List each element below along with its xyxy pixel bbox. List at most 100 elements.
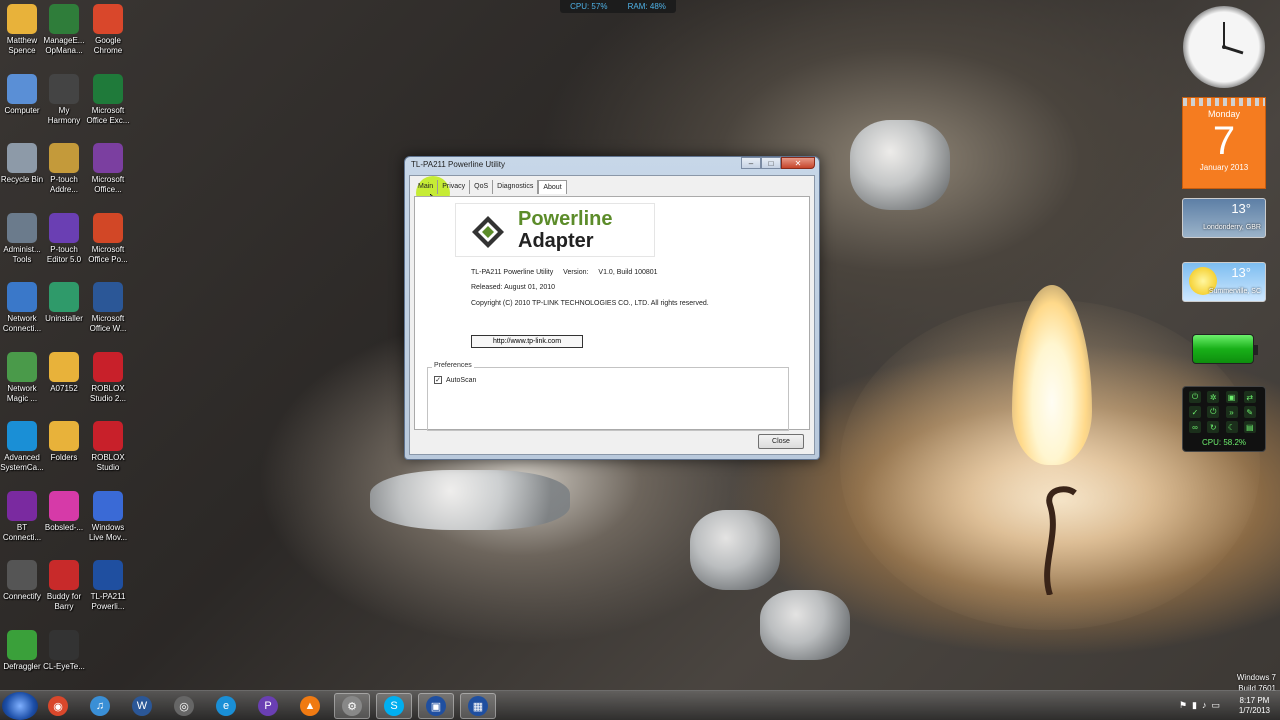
desktop-icon[interactable]: Microsoft Office... (86, 143, 130, 195)
power-icon[interactable]: ⏻ (1189, 391, 1201, 403)
arrow-icon[interactable]: » (1225, 406, 1238, 418)
weather-location: Londonderry, GBR (1203, 224, 1261, 231)
battery-gadget (1192, 334, 1258, 364)
word-icon[interactable]: W (124, 693, 160, 719)
desktop-icon[interactable]: ManageE... OpMana... (42, 4, 86, 56)
crystal-ornament (370, 470, 570, 530)
weather-gadget[interactable]: 13° Londonderry, GBR (1182, 198, 1266, 238)
close-button[interactable]: Close (758, 434, 804, 449)
desktop-icon[interactable]: Defraggler (0, 629, 44, 672)
desktop-icon[interactable]: Advanced SystemCa... (0, 421, 44, 473)
desktop-icon[interactable]: Folders (42, 421, 86, 463)
autoscan-label: AutoScan (446, 376, 477, 384)
tray-date: 1/7/2013 (1238, 706, 1270, 715)
settings-icon-glyph: ⚙ (342, 696, 362, 716)
link-icon[interactable]: ∞ (1189, 421, 1201, 433)
system-control-gadget[interactable]: ⏻ ✲ ▣ ⇄ ✓ ⏻ » ✎ ∞ ↻ ☾ ▤ CPU: 58.2% (1182, 386, 1266, 452)
minimize-button[interactable]: – (741, 157, 761, 169)
calendar-gadget[interactable]: Monday 7 January 2013 (1182, 97, 1266, 189)
desktop-icon[interactable]: Network Magic ... (0, 351, 44, 404)
tplink-app-icon-glyph: ▣ (426, 696, 446, 716)
desktop-icon[interactable]: Computer (0, 73, 44, 116)
tab-privacy[interactable]: Privacy (438, 180, 471, 194)
check-icon[interactable]: ✓ (1189, 406, 1201, 418)
volume-icon[interactable]: ♪ (1202, 700, 1207, 711)
desktop-icon[interactable]: Network Connecti... (0, 282, 44, 334)
weather-gadget[interactable]: 13° Summerville, SC (1182, 262, 1266, 302)
tab-about[interactable]: About (538, 180, 567, 194)
desktop-icon[interactable]: Microsoft Office W... (86, 282, 130, 334)
desktop-icon[interactable]: Buddy for Barry (42, 560, 86, 612)
desktop-icon[interactable]: Administ... Tools (0, 212, 44, 265)
desktop-icon-label: Defraggler (3, 661, 41, 671)
shutdown-icon[interactable]: ⏻ (1207, 406, 1220, 418)
clock-gadget[interactable] (1183, 6, 1265, 88)
settings-icon[interactable]: ✲ (1207, 391, 1220, 403)
desktop-icon[interactable]: Google Chrome (86, 4, 130, 56)
folder-icon (7, 4, 37, 34)
desktop-icon[interactable]: ROBLOX Studio (86, 421, 130, 473)
logo-line2: Adapter (518, 230, 594, 252)
restart-icon[interactable]: ↻ (1207, 421, 1220, 433)
desktop-icon-label: Computer (4, 105, 40, 115)
tplink-app-icon-2[interactable]: ▦ (460, 693, 496, 719)
onenote-icon (93, 143, 123, 173)
desktop-icon[interactable]: P-touch Addre... (42, 143, 86, 195)
autoscan-checkbox[interactable]: ✓ AutoScan (434, 376, 476, 384)
desktop-icon[interactable]: TL-PA211 Powerli... (86, 560, 130, 612)
desktop-icon[interactable]: CL-EyeTe... (42, 629, 86, 672)
window-close-button[interactable]: ✕ (781, 157, 815, 169)
start-button[interactable] (2, 692, 38, 720)
desktop-icon[interactable]: Bobsled-... (42, 490, 86, 533)
tab-diagnostics[interactable]: Diagnostics (493, 180, 539, 194)
desktop-icon[interactable]: ROBLOX Studio 2... (86, 351, 130, 404)
desktop-icon[interactable]: A07152 (42, 351, 86, 394)
clock-tray[interactable]: 8:17 PM 1/7/2013 (1239, 696, 1270, 716)
desktop-icon[interactable]: P-touch Editor 5.0 (42, 212, 86, 265)
calendar-month-year: January 2013 (1199, 163, 1249, 172)
desktop-icon[interactable]: Windows Live Mov... (86, 490, 130, 543)
desktop-icon-label: Connectify (3, 592, 41, 601)
battery-tray-icon[interactable]: ▭ (1211, 700, 1220, 711)
desktop-icon-label: Uninstaller (45, 314, 83, 323)
desktop-icon[interactable]: Microsoft Office Po... (86, 212, 130, 265)
key-icon[interactable]: ✎ (1243, 406, 1256, 418)
powerline-utility-window[interactable]: TL-PA211 Powerline Utility – □ ✕ Main Pr… (404, 156, 820, 460)
sleep-icon[interactable]: ☾ (1225, 421, 1238, 433)
checkbox-icon[interactable]: ✓ (434, 376, 442, 384)
excel-icon (93, 73, 123, 104)
lock-icon[interactable]: ▣ (1225, 391, 1238, 403)
desktop-icon-label: Folders (50, 453, 78, 462)
flag-icon[interactable]: ⚑ (1179, 700, 1187, 711)
desktop-icon[interactable]: Uninstaller (42, 282, 86, 324)
network-icon[interactable]: ▮ (1192, 700, 1197, 711)
maximize-button[interactable]: □ (761, 157, 781, 169)
desktop-icon[interactable]: BT Connecti... (0, 490, 44, 543)
tab-qos[interactable]: QoS (470, 180, 494, 194)
desktop-icon[interactable]: Connectify (0, 560, 44, 602)
website-link-button[interactable]: http://www.tp-link.com (471, 335, 583, 348)
crystal-ornament (850, 120, 950, 210)
vlc-icon[interactable]: ▲ (292, 693, 328, 719)
chrome-icon[interactable]: ◉ (40, 693, 76, 719)
tplink-app-icon[interactable]: ▣ (418, 693, 454, 719)
ptouch-icon[interactable]: P (250, 693, 286, 719)
display-icon[interactable]: ▤ (1243, 421, 1256, 433)
desktop-icon[interactable]: Matthew Spence (0, 4, 44, 56)
copyright-text: Copyright (C) 2010 TP-LINK TECHNOLOGIES … (471, 300, 709, 307)
switch-icon[interactable]: ⇄ (1243, 391, 1256, 403)
desktop-icon-label: ManageE... OpMana... (43, 36, 85, 55)
tplink-logo-icon (472, 216, 504, 248)
desktop-icon[interactable]: My Harmony (42, 73, 86, 126)
itunes-icon[interactable]: ♫ (82, 693, 118, 719)
tab-main[interactable]: Main (414, 180, 439, 194)
settings-icon[interactable]: ⚙ (334, 693, 370, 719)
desktop-icon[interactable]: Microsoft Office Exc... (86, 73, 130, 126)
ie-icon[interactable]: e (208, 693, 244, 719)
media-icon[interactable]: ◎ (166, 693, 202, 719)
weather-temp: 13° (1231, 201, 1251, 216)
itunes-icon-glyph: ♫ (90, 696, 110, 716)
skype-icon[interactable]: S (376, 693, 412, 719)
computer-icon (7, 73, 37, 104)
desktop-icon[interactable]: Recycle Bin (0, 143, 44, 185)
